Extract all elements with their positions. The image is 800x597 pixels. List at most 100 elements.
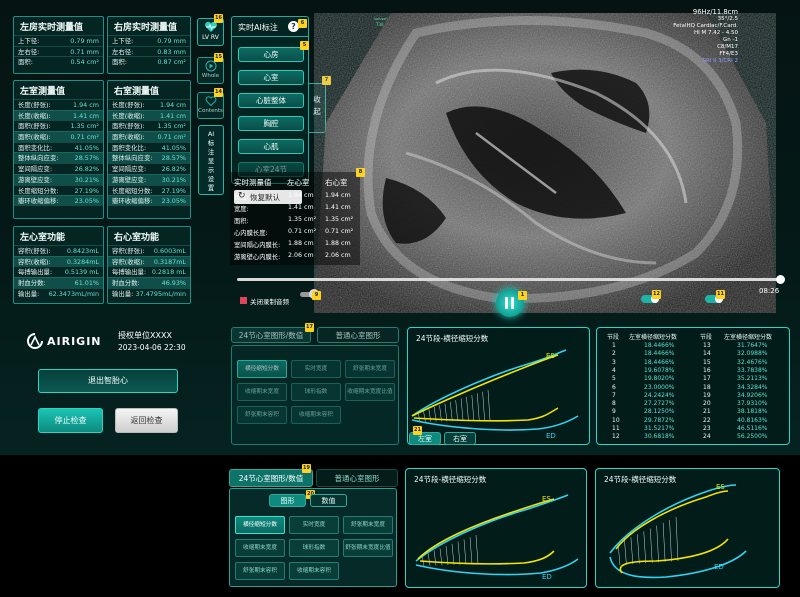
rv-function-panel: 右心室功能 容积(舒张): 0.6003mL 容积(收缩): 0.3187mL 每搏输出… [107,226,191,304]
pause-icon-bar-1 [505,297,508,309]
row-value: 62.3473mL/min [48,289,99,298]
table-seg: 20 [703,400,711,408]
table-seg: 12 [612,433,620,441]
segment-option[interactable]: 实时宽度 [291,360,341,378]
stop-exam-button[interactable]: 停止检查 [38,408,103,433]
ai-item-thorax[interactable]: 胸腔 [238,116,304,131]
tab-right-ventricle[interactable]: 右室 [444,432,476,445]
table-value: 18.4466% [644,342,675,349]
segment-option[interactable]: 横径缩短分数 [237,360,287,378]
segment-option[interactable]: 舒张期末宽度比值 [343,539,393,557]
tab-normal-ventricle[interactable]: 普通心室图形 [317,327,399,343]
row-value: 23.05% [161,197,186,206]
restore-default-button[interactable]: ↻ 恢复默认 [234,190,302,204]
ai-item-atrium[interactable]: 心房 [238,47,304,62]
us-angle: 35°/2.5 [717,16,738,22]
tab-24-segment[interactable]: 24节心室图形/数值 [231,327,311,343]
license-text: 授权单位XXXX [118,331,172,340]
realtime-row-value: 1.41 cm [288,204,314,211]
segment-option[interactable]: 横径缩短分数 [235,516,285,534]
back-exam-button[interactable]: 返回检查 [115,408,178,433]
badge-14: 14 [214,88,223,97]
segment-option[interactable]: 舒张期末宽度 [345,360,395,378]
lv_measure-row: 长度缩短分数: 27.19% [14,184,103,196]
row-value: 37.4795mL/min [135,289,186,298]
timeline-track[interactable] [237,278,781,281]
table-seg: 24 [703,433,711,441]
segment-option[interactable]: 收缩期末宽度 [237,383,287,401]
segment-option[interactable]: 球形指数 [291,383,341,401]
hatch-line [643,531,647,564]
ai-item-whole-heart[interactable]: 心脏整体 [238,93,304,108]
table-value: 32.4676% [737,358,768,366]
bottom-sub-graph[interactable]: 图形 [269,494,306,507]
hatch-line [482,391,485,421]
table-value: 46.5116% [737,425,768,432]
right-atrium-panel: 右房实时测量值 上下径: 0.79 mm 左右径: 0.83 mm 面积: 0.87 cm… [107,16,191,74]
badge-19: 19 [302,464,311,473]
badge-9: 9 [312,291,321,300]
ai-display-settings-button[interactable]: AI 标注显示设置 [198,125,224,195]
ai-item-myocardium[interactable]: 心肌 [238,139,304,154]
badge-1: 1 [518,291,527,300]
us-ff4: FF4/E3 [719,51,738,57]
bottom-tab-normal-ventricle[interactable]: 普通心室图形 [316,469,398,487]
table-value: 40.8163% [737,416,768,424]
us-preset: FetalHQ Cardiac/F.Card. [673,23,738,29]
exit-button[interactable]: 退出智胎心 [38,369,178,393]
realtime-row-label: 心内膜长度: [234,230,268,237]
segment-option[interactable]: 舒张期末容积 [235,562,285,580]
ed-curve [411,349,579,431]
segment-option[interactable]: 收缩期末容积 [291,406,341,424]
badge-15: 15 [214,53,223,62]
rv_func-row: 输出量: 37.4795mL/min [108,287,190,299]
table-header: 节段 [607,334,620,341]
table-seg: 11 [612,425,620,432]
row-label: 面积: [18,58,33,67]
table-seg: 15 [703,358,711,366]
hatch-line [455,400,458,421]
atrium_left-row: 左右径: 0.71 mm [14,45,103,57]
segment-option[interactable]: 舒张期末容积 [237,406,287,424]
hatch-line [451,543,455,565]
table-seg: 21 [703,408,711,416]
hatch-line [487,389,491,421]
hatch-line [656,525,659,563]
left-ventricle-title: 左室测量值 [20,87,66,97]
lv-function-panel: 左心室功能 容积(舒张): 0.8423mL 容积(收缩): 0.3284mL 每搏输出… [13,226,104,304]
bottom-tab-24-segment[interactable]: 24节心室图形/数值 [229,469,313,487]
us-gain: Gn -1 [723,37,738,43]
table-seg: 6 [612,383,616,391]
rv_func-row: 容积(舒张): 0.6003mL [108,245,190,256]
left-ventricle-panel: 左室测量值 长度(舒张): 1.94 cm 长度(收缩): 1.41 cm 面积(舒张)… [13,80,104,219]
chart-bottom-1-es: ES [542,495,551,503]
badge-16: 16 [214,14,223,23]
segment-option[interactable]: 球形指数 [289,539,339,557]
table-seg: 22 [703,416,711,424]
table-value: 18.4466% [644,350,675,358]
ai-item-ventricle[interactable]: 心室 [238,70,304,85]
hatch-line [649,528,653,563]
lv-function-title: 左心室功能 [20,233,66,243]
segment-option[interactable]: 收缩期末宽度 [235,539,285,557]
segment-option[interactable]: 收缩期末宽度比值 [345,383,395,401]
chart-bottom-2-ed: ED [714,563,724,571]
segment-option[interactable]: 收缩期末容积 [289,562,339,580]
bottom-sub-values[interactable]: 数值 [310,494,347,507]
segment-table: 节段 左室横径缩短分数 节段 左室横径缩短分数 1 18.4466% 2 18.4466% 3 1… [596,327,790,445]
rv_func-row: 射血分数: 46.93% [108,277,190,288]
segment-option[interactable]: 舒张期末宽度 [343,516,393,534]
chart-bottom-1: 24节段-横径缩短分数 ES ED [405,468,587,588]
timeline-handle[interactable] [776,275,785,284]
record-checkbox[interactable] [240,297,247,304]
segment-option[interactable]: 实时宽度 [289,516,339,534]
hatch-line [475,534,479,565]
realtime-row-value: 1.35 cm² [325,216,354,223]
table-seg: 8 [612,400,616,408]
es-curve [411,354,559,422]
lv_func-row: 容积(收缩): 0.3284mL [14,255,103,267]
row-value: 0.87 cm² [157,58,186,67]
realtime-row-value: 1.35 cm² [288,216,317,223]
realtime-row-value: 1.88 cm [325,240,351,247]
rv_measure-row: 长度缩短分数: 27.19% [108,184,190,196]
